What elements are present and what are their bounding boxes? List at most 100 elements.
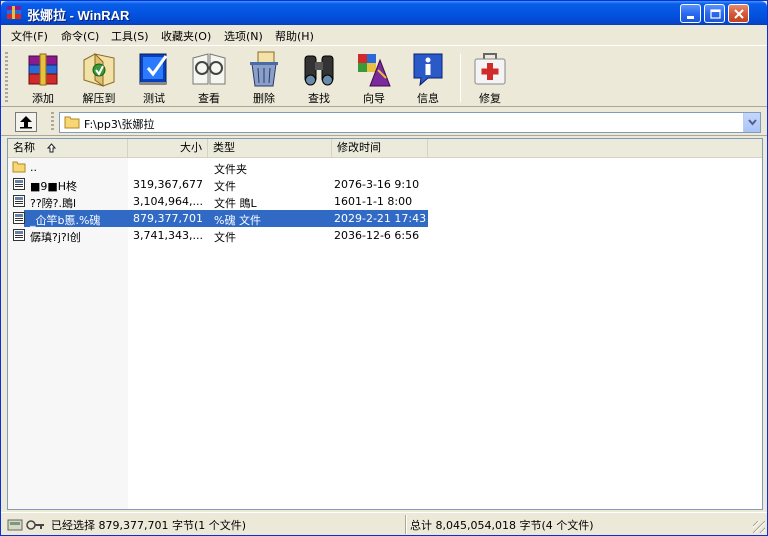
table-row[interactable]: 僝瑱?j?l创 3,741,343,... 文件 2036-12-6 6:56 xyxy=(8,227,428,244)
minimize-icon xyxy=(687,16,694,19)
toolbar: 添加 解压到 测试 查看 删除 查找 向导 信息 修复 xyxy=(1,45,767,107)
view-button[interactable]: 查看 xyxy=(184,50,234,105)
table-row[interactable]: ??䧛?.鵖l 3,104,964,... 文件 鵖L 1601-1-1 8:00 xyxy=(8,193,428,210)
extract-to-button[interactable]: 解压到 xyxy=(74,50,124,105)
wizard-label: 向导 xyxy=(363,92,385,105)
file-icon xyxy=(13,178,25,190)
delete-icon xyxy=(250,51,278,87)
maximize-button[interactable] xyxy=(704,4,725,23)
toolbar-separator xyxy=(460,54,461,102)
address-path: F:\pp3\张娜拉 xyxy=(84,118,155,131)
file-type: 文件 xyxy=(214,231,236,244)
chevron-down-icon xyxy=(748,119,757,126)
winrar-window: 张娜拉 - WinRAR 文件(F) 命令(C) 工具(S) 收藏夹(O) 选项… xyxy=(0,0,768,536)
address-bar: F:\pp3\张娜拉 xyxy=(1,108,767,136)
table-row[interactable]: ■9■H柊 319,367,677 文件 2076-3-16 9:10 xyxy=(8,176,428,193)
view-label: 查看 xyxy=(198,92,220,105)
table-row[interactable]: .. 文件夹 xyxy=(8,159,428,176)
file-modified: 1601-1-1 8:00 xyxy=(334,195,413,208)
file-modified: 2036-12-6 6:56 xyxy=(334,229,420,242)
close-icon xyxy=(734,9,744,19)
drive-key-icon xyxy=(7,519,44,531)
status-divider xyxy=(405,515,407,534)
status-bar: 已经选择 879,377,701 字节(1 个文件) 总计 8,045,054,… xyxy=(1,512,767,535)
find-label: 查找 xyxy=(308,92,330,105)
file-type: %磈 文件 xyxy=(214,214,261,227)
column-header-name[interactable]: 名称 xyxy=(8,139,128,158)
file-size: 319,367,677 xyxy=(133,178,203,191)
add-icon xyxy=(28,53,58,86)
selection-status: 已经选择 879,377,701 字节(1 个文件) xyxy=(51,519,247,532)
menu-command[interactable]: 命令(C) xyxy=(61,28,99,43)
view-icon xyxy=(192,53,226,85)
add-label: 添加 xyxy=(32,92,54,105)
file-icon xyxy=(13,195,25,207)
find-button[interactable]: 查找 xyxy=(294,50,344,105)
delete-button[interactable]: 删除 xyxy=(239,50,289,105)
file-icon xyxy=(13,212,25,224)
menu-file[interactable]: 文件(F) xyxy=(11,28,48,43)
delete-label: 删除 xyxy=(253,92,275,105)
menu-tools[interactable]: 工具(S) xyxy=(111,28,149,43)
address-field[interactable]: F:\pp3\张娜拉 xyxy=(59,112,761,133)
file-icon xyxy=(13,229,25,241)
add-button[interactable]: 添加 xyxy=(18,50,68,105)
info-label: 信息 xyxy=(417,92,439,105)
column-header-type[interactable]: 类型 xyxy=(208,139,332,158)
total-status: 总计 8,045,054,018 字节(4 个文件) xyxy=(410,519,594,532)
file-name: 僝瑱?j?l创 xyxy=(30,231,81,244)
file-name: _仚竿b慝.%磈 xyxy=(30,214,101,227)
minimize-button[interactable] xyxy=(680,4,701,23)
repair-button[interactable]: 修复 xyxy=(465,50,515,105)
window-title: 张娜拉 - WinRAR xyxy=(27,8,130,23)
column-header-modified-label: 修改时间 xyxy=(337,141,381,154)
menu-help[interactable]: 帮助(H) xyxy=(275,28,314,43)
winrar-app-icon xyxy=(7,6,21,19)
file-size: 3,104,964,... xyxy=(133,195,203,208)
column-header-type-label: 类型 xyxy=(213,141,235,154)
column-header-name-label: 名称 xyxy=(13,141,35,154)
file-list[interactable]: 名称 大小 类型 修改时间 .. 文件夹 ■9■H柊 319,367,677 文件 207… xyxy=(7,138,763,510)
file-type: 文件 鵖L xyxy=(214,197,257,210)
column-header-row: 名称 大小 类型 修改时间 xyxy=(8,139,762,158)
sort-ascending-icon xyxy=(46,143,56,153)
menu-options[interactable]: 选项(N) xyxy=(224,28,263,43)
find-icon xyxy=(304,55,334,86)
wizard-icon xyxy=(358,54,391,87)
table-row[interactable]: _仚竿b慝.%磈 879,377,701 %磈 文件 2029-2-21 17:43 xyxy=(8,210,428,227)
close-button[interactable] xyxy=(728,4,749,23)
file-name: .. xyxy=(30,161,37,174)
column-header-modified[interactable]: 修改时间 xyxy=(332,139,428,158)
file-modified: 2076-3-16 9:10 xyxy=(334,178,420,191)
info-icon xyxy=(413,53,443,87)
test-icon xyxy=(139,53,168,85)
up-folder-button[interactable] xyxy=(15,112,37,132)
file-modified: 2029-2-21 17:43 xyxy=(334,212,427,225)
file-name: ??䧛?.鵖l xyxy=(30,197,77,210)
resize-grip[interactable] xyxy=(753,521,765,533)
menu-favorites[interactable]: 收藏夹(O) xyxy=(161,28,211,43)
repair-icon xyxy=(474,53,506,85)
address-dropdown-button[interactable] xyxy=(743,113,760,132)
file-size: 3,741,343,... xyxy=(133,229,203,242)
column-header-size[interactable]: 大小 xyxy=(128,139,208,158)
file-type: 文件 xyxy=(214,180,236,193)
maximize-icon xyxy=(710,9,721,19)
folder-icon xyxy=(12,161,26,173)
folder-icon xyxy=(64,116,80,129)
file-size: 879,377,701 xyxy=(133,212,203,225)
toolbar-grip[interactable] xyxy=(5,52,8,102)
file-name: ■9■H柊 xyxy=(30,180,78,193)
repair-label: 修复 xyxy=(479,92,501,105)
menu-bar: 文件(F) 命令(C) 工具(S) 收藏夹(O) 选项(N) 帮助(H) xyxy=(1,25,767,45)
test-button[interactable]: 测试 xyxy=(129,50,179,105)
extract-to-label: 解压到 xyxy=(82,92,116,105)
title-bar[interactable]: 张娜拉 - WinRAR xyxy=(1,1,767,25)
address-grip xyxy=(51,112,54,132)
column-header-size-label: 大小 xyxy=(180,141,202,154)
test-label: 测试 xyxy=(143,92,165,105)
info-button[interactable]: 信息 xyxy=(403,50,453,105)
extract-icon xyxy=(83,52,115,87)
wizard-button[interactable]: 向导 xyxy=(349,50,399,105)
file-type: 文件夹 xyxy=(214,163,247,176)
